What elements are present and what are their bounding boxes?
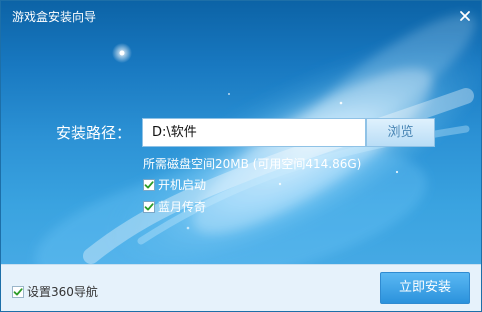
- checkmark-icon: [144, 181, 154, 189]
- install-path-label: 安装路径：: [56, 124, 132, 142]
- bluemoon-label: 蓝月传奇: [158, 200, 207, 214]
- browse-button[interactable]: 浏览: [366, 118, 435, 147]
- option-360-nav[interactable]: 设置360导航: [12, 284, 98, 300]
- close-icon: [460, 11, 470, 21]
- checkmark-icon: [144, 203, 154, 211]
- nav-label: 设置360导航: [27, 285, 98, 299]
- autostart-checkbox[interactable]: [143, 179, 155, 191]
- option-bluemoon[interactable]: 蓝月传奇: [143, 199, 206, 215]
- footer-bar: 设置360导航 立即安装: [1, 264, 481, 311]
- installer-window: 游戏盒安装向导 安装路径： D:\软件 浏览 所需磁盘空间20MB (可用空间4…: [0, 0, 482, 312]
- disk-space-info: 所需磁盘空间20MB (可用空间414.86G): [143, 157, 362, 171]
- install-now-button[interactable]: 立即安装: [380, 272, 470, 304]
- close-button[interactable]: [452, 5, 478, 27]
- checkmark-icon: [13, 288, 23, 296]
- autostart-label: 开机启动: [158, 178, 207, 192]
- option-autostart[interactable]: 开机启动: [143, 177, 206, 193]
- bluemoon-checkbox[interactable]: [143, 201, 155, 213]
- hero-panel: 游戏盒安装向导 安装路径： D:\软件 浏览 所需磁盘空间20MB (可用空间4…: [1, 1, 481, 264]
- install-path-input[interactable]: D:\软件: [142, 118, 366, 147]
- window-title: 游戏盒安装向导: [12, 10, 97, 24]
- nav-checkbox[interactable]: [12, 286, 24, 298]
